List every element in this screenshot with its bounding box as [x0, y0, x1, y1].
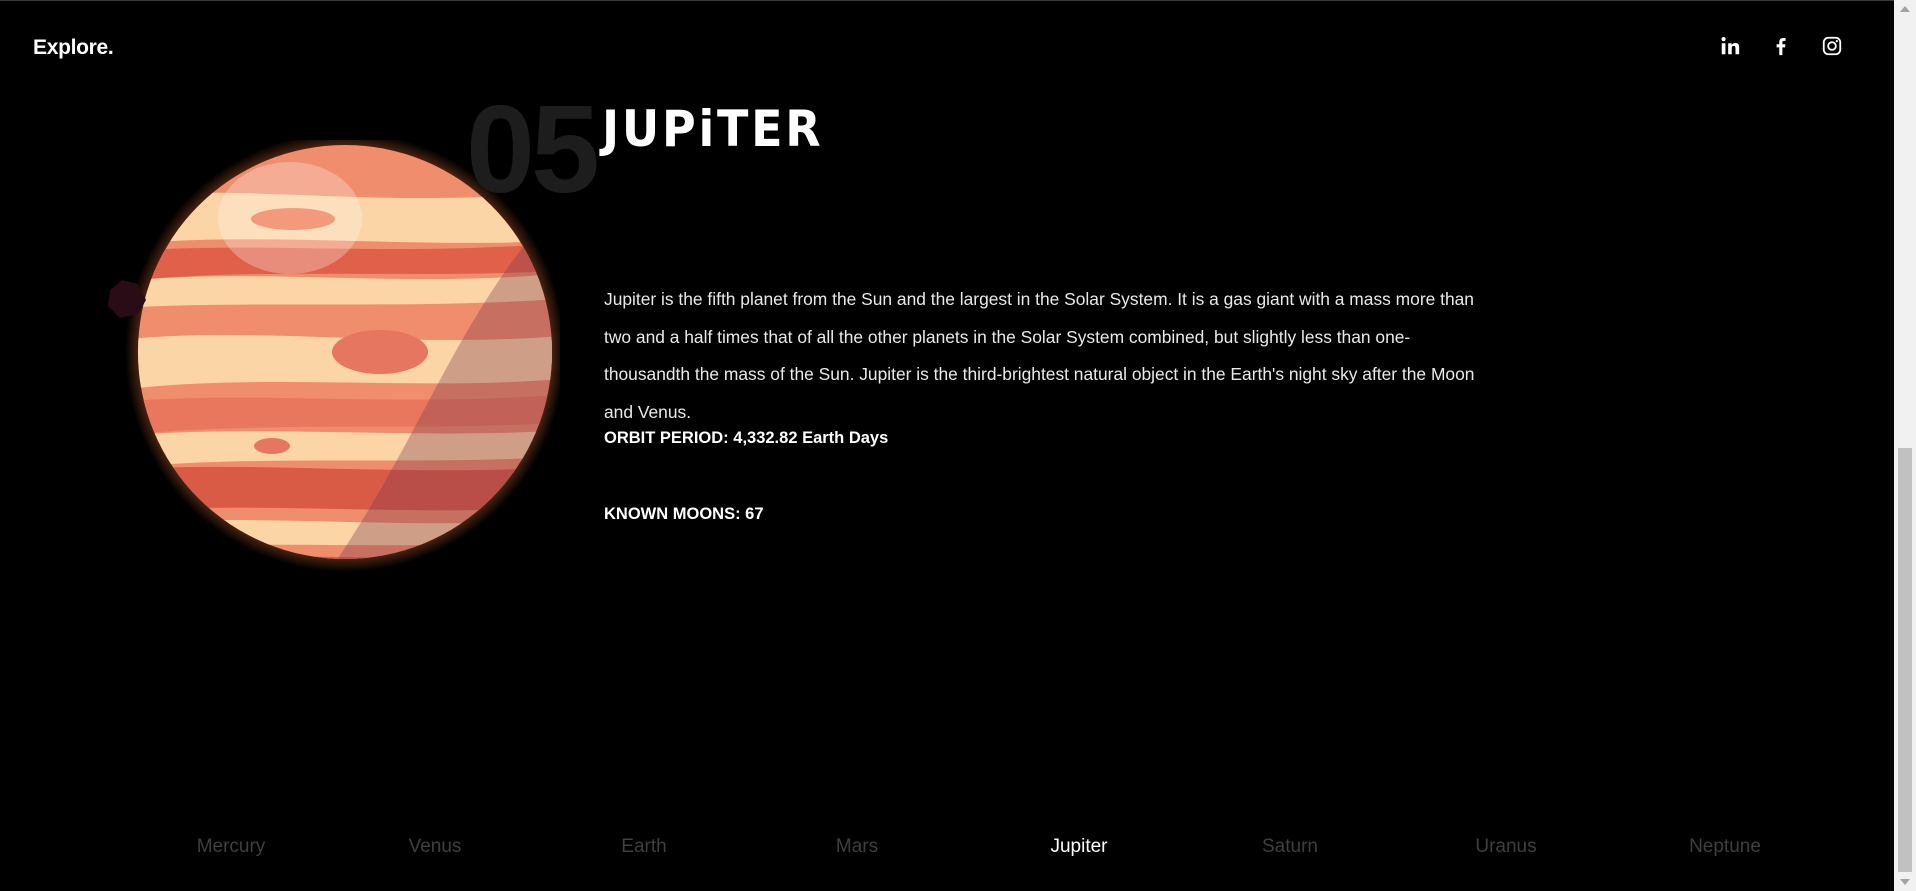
nav-item-uranus[interactable]: Uranus — [1475, 836, 1536, 858]
orbit-period-stat: ORBIT PERIOD: 4,332.82 Earth Days — [604, 429, 888, 448]
known-moons-stat: KNOWN MOONS: 67 — [604, 505, 764, 524]
known-moons-label: KNOWN MOONS: — [604, 505, 741, 523]
scroll-up-arrow-icon[interactable] — [1900, 6, 1910, 12]
page-scrollbar[interactable] — [1894, 0, 1916, 891]
orbit-period-label: ORBIT PERIOD: — [604, 429, 729, 447]
planet-title: JUPiTER — [602, 100, 824, 158]
nav-item-venus[interactable]: Venus — [409, 836, 462, 858]
nav-item-saturn[interactable]: Saturn — [1262, 836, 1318, 858]
brand-logo[interactable]: Explore. — [33, 36, 114, 60]
instagram-icon[interactable] — [1820, 34, 1844, 58]
nav-item-mercury[interactable]: Mercury — [197, 836, 266, 858]
facebook-icon[interactable] — [1769, 34, 1793, 58]
nav-item-jupiter[interactable]: Jupiter — [1050, 836, 1107, 858]
nav-item-mars[interactable]: Mars — [836, 836, 878, 858]
planet-description: Jupiter is the fifth planet from the Sun… — [604, 289, 1475, 422]
nav-item-neptune[interactable]: Neptune — [1689, 836, 1761, 858]
linkedin-icon[interactable] — [1718, 34, 1742, 58]
scroll-down-arrow-icon[interactable] — [1900, 879, 1910, 885]
planet-number: 05 — [466, 81, 600, 219]
orbit-period-value: 4,332.82 Earth Days — [733, 429, 889, 447]
scrollbar-thumb[interactable] — [1898, 448, 1912, 872]
known-moons-value: 67 — [745, 505, 764, 523]
social-links — [1718, 34, 1844, 58]
window-top-border — [0, 0, 1894, 1]
planet-nav: Mercury Venus Earth Mars Jupiter Saturn … — [0, 836, 1894, 862]
nav-item-earth[interactable]: Earth — [621, 836, 666, 858]
